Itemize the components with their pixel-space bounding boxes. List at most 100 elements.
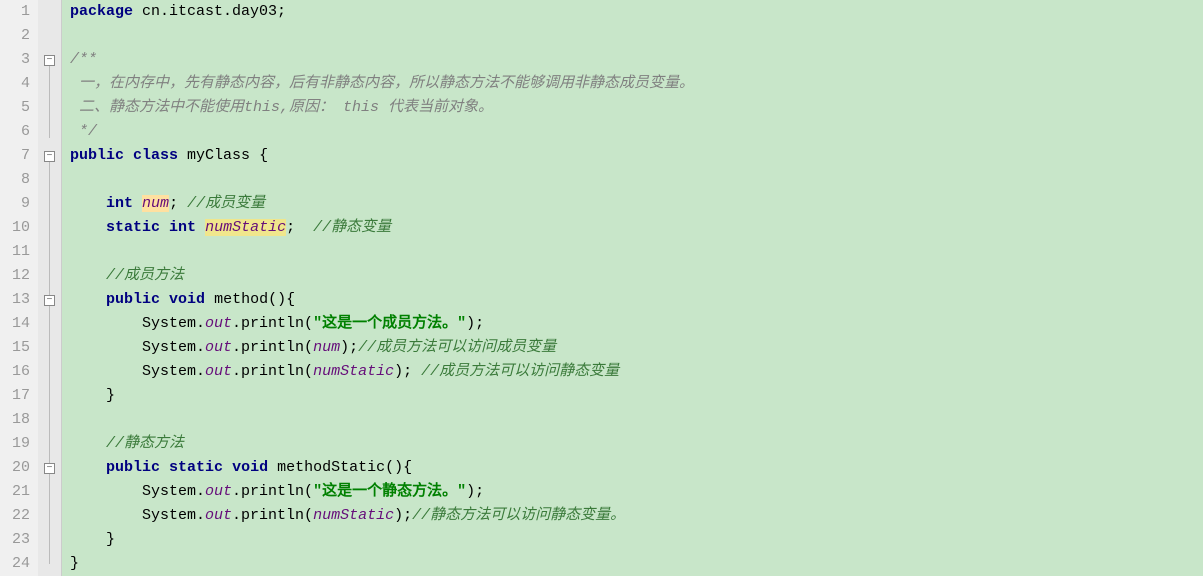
field-ref: out xyxy=(205,363,232,380)
code-line[interactable]: */ xyxy=(70,120,1203,144)
line-number-gutter: 1 2 3 4 5 6 7 8 9 10 11 12 13 14 15 16 1… xyxy=(0,0,38,576)
fold-toggle-icon[interactable]: − xyxy=(44,55,55,66)
line-number: 1 xyxy=(4,0,30,24)
keyword-public: public xyxy=(70,147,124,164)
code-line[interactable]: //静态方法 xyxy=(70,432,1203,456)
line-number: 18 xyxy=(4,408,30,432)
package-name: cn.itcast.day03; xyxy=(133,3,286,20)
code-text: .println( xyxy=(232,507,313,524)
field-ref: out xyxy=(205,339,232,356)
code-line[interactable]: System.out.println(numStatic); //成员方法可以访… xyxy=(70,360,1203,384)
string-literal: "这是一个成员方法。" xyxy=(313,315,466,332)
code-line[interactable]: } xyxy=(70,384,1203,408)
code-line[interactable] xyxy=(70,240,1203,264)
line-number: 2 xyxy=(4,24,30,48)
fold-gutter: − − − − xyxy=(38,0,62,576)
line-comment: //成员方法可以访问成员变量 xyxy=(358,339,556,356)
field-ref: num xyxy=(313,339,340,356)
doc-comment: */ xyxy=(70,123,97,140)
field-ref: out xyxy=(205,315,232,332)
field-name: numStatic xyxy=(205,219,286,236)
keyword-package: package xyxy=(70,3,133,20)
semicolon: ; xyxy=(286,219,313,236)
code-line[interactable]: System.out.println("这是一个成员方法。"); xyxy=(70,312,1203,336)
code-line[interactable]: 一，在内存中，先有静态内容，后有非静态内容，所以静态方法不能够调用非静态成员变量… xyxy=(70,72,1203,96)
line-number: 13 xyxy=(4,288,30,312)
code-line[interactable]: package cn.itcast.day03; xyxy=(70,0,1203,24)
code-text: System. xyxy=(142,507,205,524)
line-number: 19 xyxy=(4,432,30,456)
code-editor[interactable]: package cn.itcast.day03; /** 一，在内存中，先有静态… xyxy=(62,0,1203,576)
keyword-void: void xyxy=(232,459,268,476)
line-number: 9 xyxy=(4,192,30,216)
code-line[interactable]: System.out.println("这是一个静态方法。"); xyxy=(70,480,1203,504)
keyword-int: int xyxy=(106,195,133,212)
code-line[interactable]: static int numStatic; //静态变量 xyxy=(70,216,1203,240)
brace: } xyxy=(70,555,79,572)
code-text: System. xyxy=(142,339,205,356)
code-text: ); xyxy=(340,339,358,356)
fold-toggle-icon[interactable]: − xyxy=(44,463,55,474)
field-name: num xyxy=(142,195,169,212)
line-number: 8 xyxy=(4,168,30,192)
brace: } xyxy=(106,387,115,404)
keyword-static: static xyxy=(169,459,223,476)
line-number: 23 xyxy=(4,528,30,552)
line-number: 5 xyxy=(4,96,30,120)
code-text: System. xyxy=(142,483,205,500)
code-line[interactable]: System.out.println(numStatic);//静态方法可以访问… xyxy=(70,504,1203,528)
line-number: 16 xyxy=(4,360,30,384)
code-text: .println( xyxy=(232,483,313,500)
keyword-class: class xyxy=(133,147,178,164)
line-number: 4 xyxy=(4,72,30,96)
code-line[interactable]: } xyxy=(70,552,1203,576)
line-comment: //静态方法 xyxy=(106,435,184,452)
field-ref: numStatic xyxy=(313,507,394,524)
brace: { xyxy=(259,147,268,164)
doc-comment: /** xyxy=(70,51,97,68)
code-line[interactable]: /** xyxy=(70,48,1203,72)
line-number: 11 xyxy=(4,240,30,264)
code-line[interactable] xyxy=(70,408,1203,432)
fold-toggle-icon[interactable]: − xyxy=(44,151,55,162)
code-text: ); xyxy=(394,507,412,524)
code-text: ); xyxy=(466,315,484,332)
string-literal: "这是一个静态方法。" xyxy=(313,483,466,500)
doc-comment: 二、静态方法中不能使用this,原因： this 代表当前对象。 xyxy=(70,99,493,116)
code-line[interactable]: public static void methodStatic(){ xyxy=(70,456,1203,480)
code-line[interactable] xyxy=(70,168,1203,192)
code-line[interactable] xyxy=(70,24,1203,48)
line-number: 10 xyxy=(4,216,30,240)
code-line[interactable]: } xyxy=(70,528,1203,552)
field-ref: out xyxy=(205,507,232,524)
keyword-static: static xyxy=(106,219,160,236)
code-text: .println( xyxy=(232,363,313,380)
line-number: 15 xyxy=(4,336,30,360)
code-line[interactable]: //成员方法 xyxy=(70,264,1203,288)
fold-toggle-icon[interactable]: − xyxy=(44,295,55,306)
code-text: .println( xyxy=(232,315,313,332)
line-comment: //成员变量 xyxy=(187,195,265,212)
method-signature: methodStatic(){ xyxy=(268,459,412,476)
line-number: 6 xyxy=(4,120,30,144)
code-line[interactable]: 二、静态方法中不能使用this,原因： this 代表当前对象。 xyxy=(70,96,1203,120)
keyword-public: public xyxy=(106,459,160,476)
line-number: 20 xyxy=(4,456,30,480)
line-number: 21 xyxy=(4,480,30,504)
line-number: 3 xyxy=(4,48,30,72)
code-line[interactable]: int num; //成员变量 xyxy=(70,192,1203,216)
code-line[interactable]: public void method(){ xyxy=(70,288,1203,312)
field-ref: out xyxy=(205,483,232,500)
field-ref: numStatic xyxy=(313,363,394,380)
keyword-public: public xyxy=(106,291,160,308)
code-text: .println( xyxy=(232,339,313,356)
line-number: 14 xyxy=(4,312,30,336)
code-text: System. xyxy=(142,363,205,380)
line-comment: //静态方法可以访问静态变量。 xyxy=(412,507,625,524)
class-name: myClass xyxy=(178,147,259,164)
line-number: 7 xyxy=(4,144,30,168)
code-line[interactable]: System.out.println(num);//成员方法可以访问成员变量 xyxy=(70,336,1203,360)
doc-comment: 一，在内存中，先有静态内容，后有非静态内容，所以静态方法不能够调用非静态成员变量… xyxy=(70,75,694,92)
method-signature: method(){ xyxy=(205,291,295,308)
code-line[interactable]: public class myClass { xyxy=(70,144,1203,168)
